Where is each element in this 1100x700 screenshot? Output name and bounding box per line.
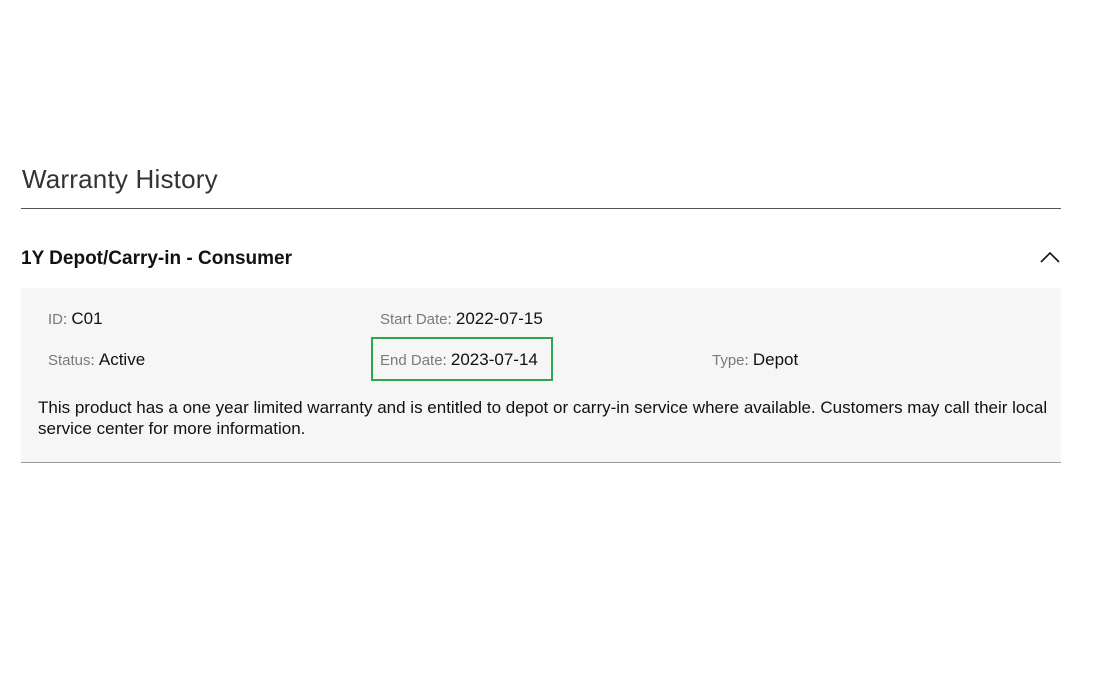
- chevron-up-icon[interactable]: [1039, 248, 1061, 266]
- id-field: ID: C01: [48, 309, 103, 328]
- warranty-accordion-header[interactable]: 1Y Depot/Carry-in - Consumer: [21, 238, 1061, 278]
- end-date-value: 2023-07-14: [450, 350, 538, 369]
- warranty-page: Warranty History 1Y Depot/Carry-in - Con…: [0, 0, 1100, 700]
- start-date-field: Start Date: 2022-07-15: [380, 309, 543, 328]
- start-date-label: Start Date: [380, 311, 448, 328]
- status-field: Status: Active: [48, 350, 146, 369]
- start-date-value: 2022-07-15: [455, 309, 543, 328]
- section-title: Warranty History: [22, 164, 218, 194]
- id-value: C01: [71, 309, 103, 328]
- status-value: Active: [98, 350, 146, 369]
- type-value: Depot: [752, 350, 799, 369]
- status-label: Status: [48, 352, 91, 369]
- section-divider: [21, 208, 1061, 209]
- warranty-details-panel: ID: C01 Start Date: 2022-07-15 Status: A…: [21, 288, 1061, 463]
- type-label: Type: [712, 352, 745, 369]
- end-date-label: End Date: [380, 352, 443, 369]
- id-label: ID: [48, 311, 63, 328]
- end-date-field: End Date: 2023-07-14: [380, 350, 538, 369]
- warranty-description: This product has a one year limited warr…: [38, 398, 1048, 438]
- type-field: Type: Depot: [712, 350, 799, 369]
- warranty-title: 1Y Depot/Carry-in - Consumer: [21, 248, 292, 269]
